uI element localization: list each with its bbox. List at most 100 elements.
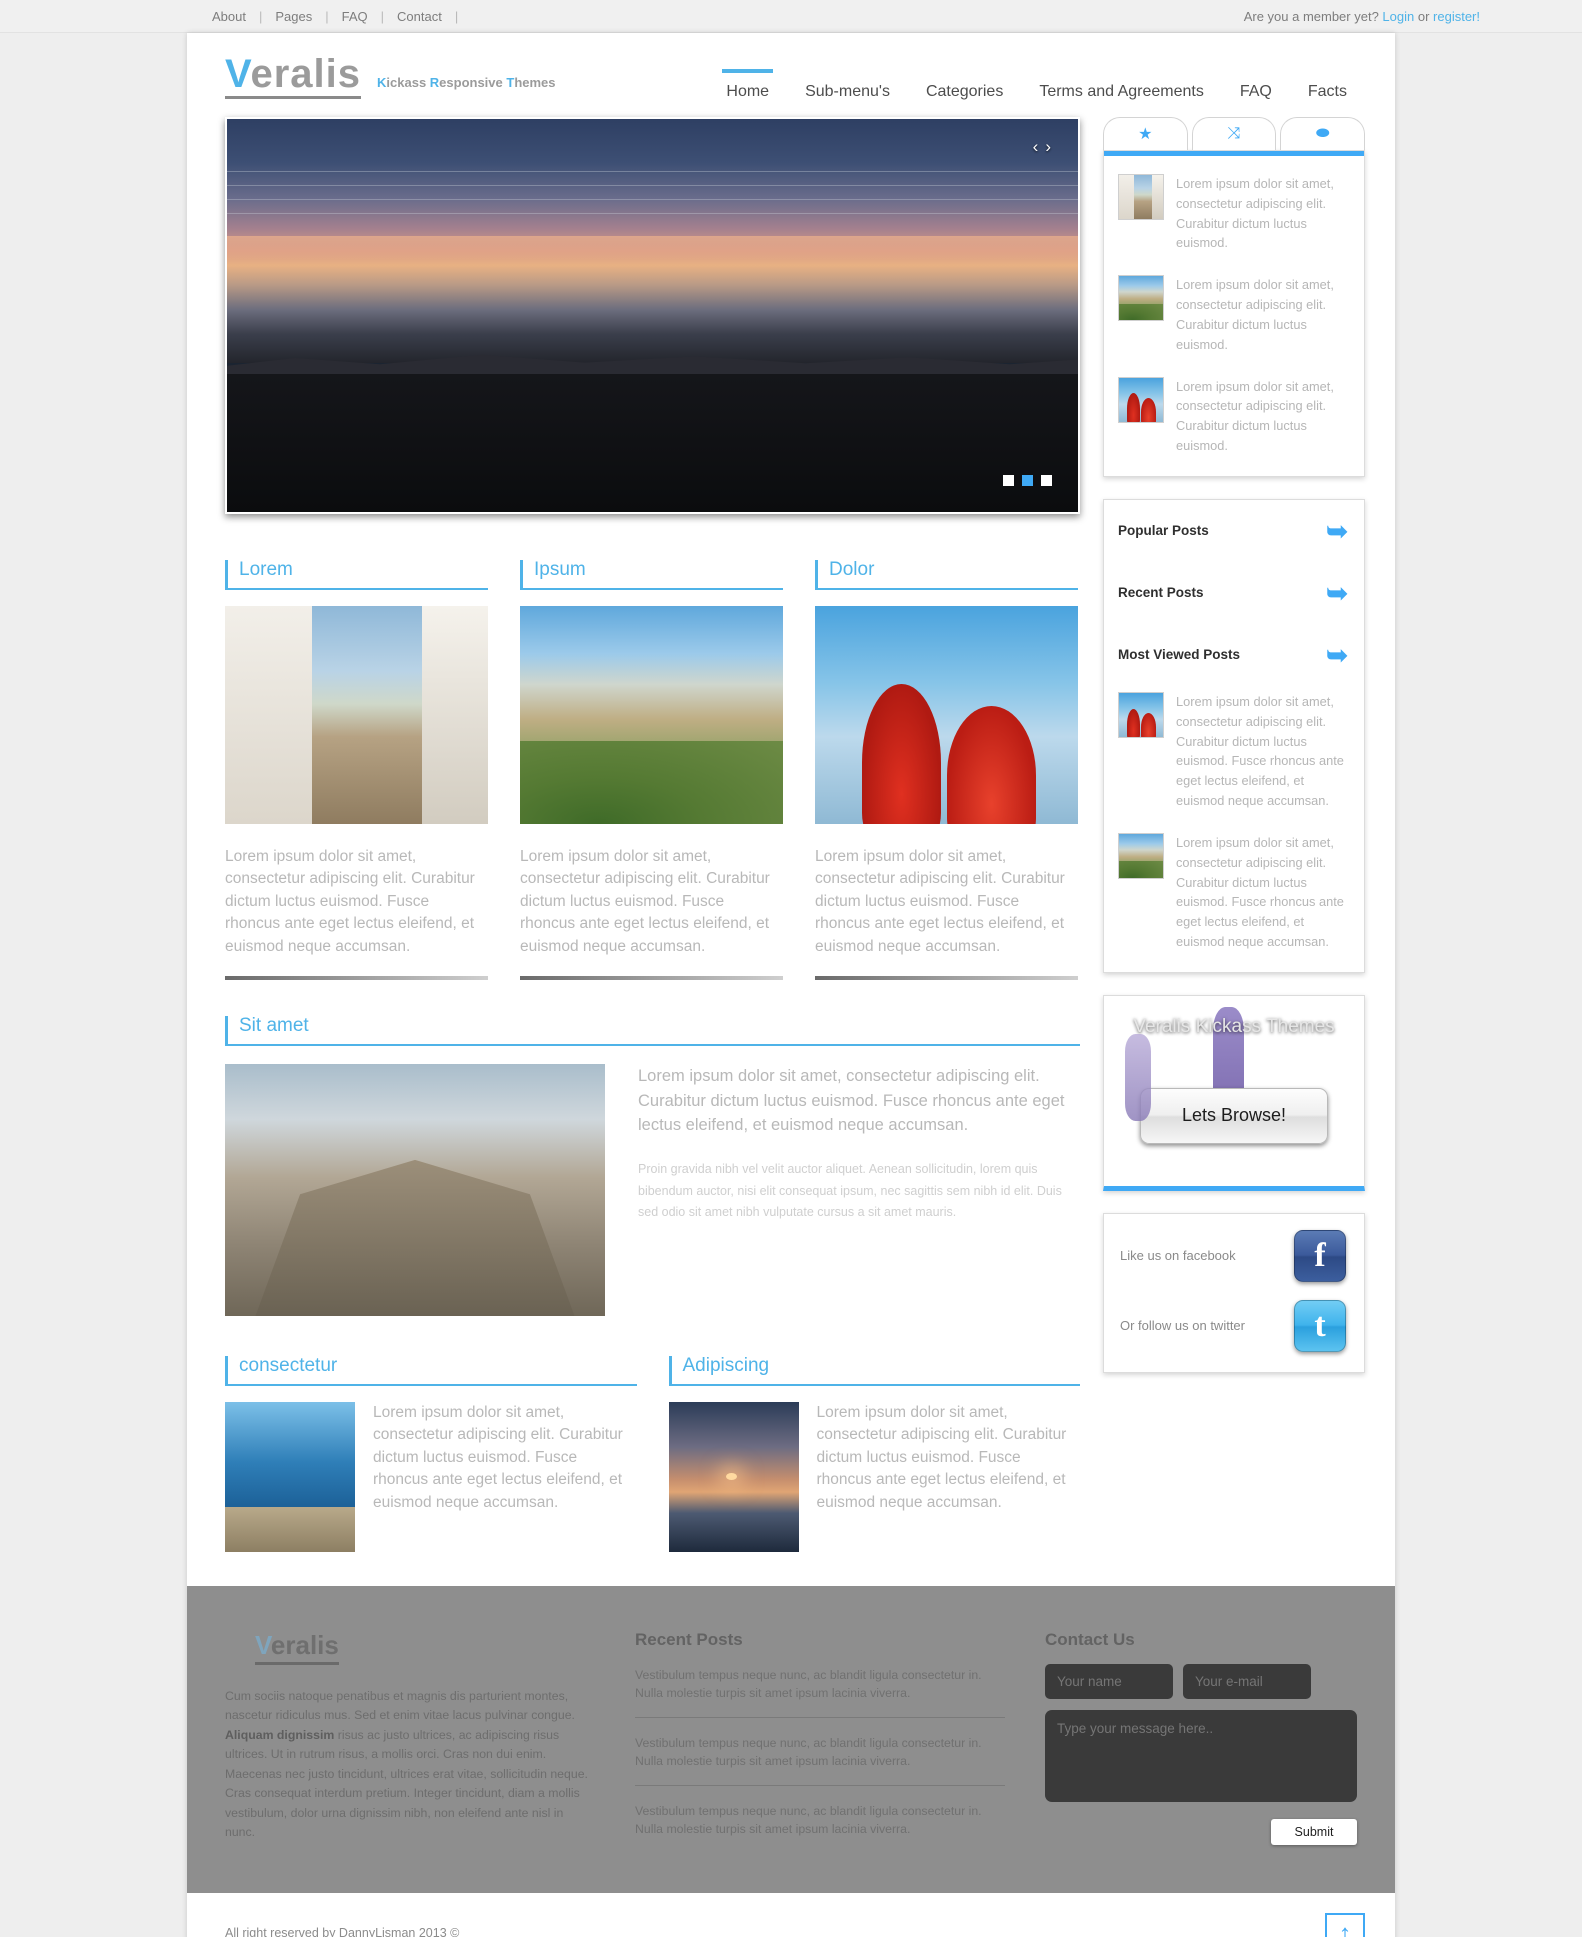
copyright-text: All right reserved by DannyLisman 2013 © [225,1925,460,1937]
separator: | [325,8,329,24]
hero-slider[interactable]: ‹› [225,117,1080,514]
membership-prompt: Are you a member yet? Login or register! [1244,9,1480,24]
post-excerpt: Lorem ipsum dolor sit amet, consectetur … [1176,176,1334,251]
logo-initial: V [225,52,251,96]
list-item[interactable]: Lorem ipsum dolor sit amet, consectetur … [1118,832,1350,952]
feature-grid: Lorem Lorem ipsum dolor sit amet, consec… [225,559,1080,981]
accordion-label: Popular Posts [1118,523,1209,539]
contact-email-input[interactable] [1183,1664,1311,1700]
chevron-down-icon[interactable]: ➥ [1326,580,1348,606]
duo-card: consectetur Lorem ipsum dolor sit amet, … [225,1355,637,1553]
feature-divider [815,976,1078,981]
tulip-thumb [1118,376,1164,423]
list-item[interactable]: Lorem ipsum dolor sit amet, consectetur … [1118,174,1350,253]
sit-amet-body: Lorem ipsum dolor sit amet, consectetur … [225,1064,1080,1317]
accordion-item-popular-posts[interactable]: Popular Posts ➥ [1104,500,1364,562]
sit-amet-lead: Lorem ipsum dolor sit amet, consectetur … [638,1067,1065,1134]
accordion-item-recent-posts[interactable]: Recent Posts ➥ [1104,562,1364,624]
site-tagline: Kickass Responsive Themes [377,75,556,90]
nav-item-faq[interactable]: FAQ [1222,69,1290,101]
footer-post-item[interactable]: Vestibulum tempus neque nunc, ac blandit… [635,1718,1005,1786]
tagline-seg: K [377,75,387,90]
contact-name-input[interactable] [1045,1664,1173,1700]
nav-item-home[interactable]: Home [708,69,787,101]
feature-title: Lorem [225,559,488,590]
sit-amet-section: Sit amet Lorem ipsum dolor sit amet, con… [225,1015,1080,1317]
main-navigation: Home Sub-menu's Categories Terms and Agr… [708,69,1365,113]
membership-text: Are you a member yet? [1243,8,1383,24]
logo-area[interactable]: Veralis Kickass Responsive Themes [225,54,556,113]
top-link-contact[interactable]: Contact [397,9,442,24]
shuffle-icon[interactable]: ⤨ [1191,117,1277,150]
valley-landscape-photo [520,605,783,824]
feature-text: Lorem ipsum dolor sit amet, consectetur … [815,847,1065,955]
slider-dots[interactable] [1003,475,1052,486]
twitter-row[interactable]: Or follow us on twitter t [1120,1299,1346,1352]
post-excerpt: Lorem ipsum dolor sit amet, consectetur … [1176,378,1334,454]
accordion-label: Recent Posts [1118,585,1204,601]
feature-text: Lorem ipsum dolor sit amet, consectetur … [225,847,475,955]
lets-browse-button[interactable]: Lets Browse! [1140,1087,1328,1144]
feature-divider [225,976,488,981]
slider-prev-icon[interactable]: ‹ [1033,137,1046,156]
sit-amet-sub: Proin gravida nibh vel velit auctor aliq… [638,1162,1062,1219]
duo-card: Adipiscing Lorem ipsum dolor sit amet, c… [668,1355,1081,1553]
slider-dot-1[interactable] [1003,475,1014,486]
slider-dot-3[interactable] [1041,475,1052,486]
footer-logo[interactable]: Veralis [255,1630,339,1666]
chevron-down-icon[interactable]: ➥ [1326,642,1348,668]
tagline-seg: R [429,75,440,90]
slider-arrows[interactable]: ‹› [1033,137,1058,157]
nav-item-sub-menus[interactable]: Sub-menu's [787,69,908,101]
nav-item-facts[interactable]: Facts [1290,69,1365,101]
social-card: Like us on facebook f Or follow us on tw… [1103,1212,1365,1373]
footer-post-item[interactable]: Vestibulum tempus neque nunc, ac blandit… [635,1650,1005,1718]
separator: | [258,8,263,24]
sit-amet-title: Sit amet [225,1015,1080,1047]
feature-card: Ipsum Lorem ipsum dolor sit amet, consec… [520,559,783,981]
footer-contact-heading: Contact Us [1045,1630,1135,1650]
duo-body: Lorem ipsum dolor sit amet, consectetur … [668,1402,1081,1553]
facebook-row[interactable]: Like us on facebook f [1120,1229,1346,1282]
star-icon[interactable]: ★ [1103,117,1188,150]
list-item[interactable]: Lorem ipsum dolor sit amet, consectetur … [1118,376,1350,456]
comment-icon[interactable]: ⬬ [1280,117,1366,150]
feature-title: Dolor [815,559,1078,590]
footer-contact-column: Contact Us Submit [1045,1630,1357,1853]
list-item[interactable]: Lorem ipsum dolor sit amet, consectetur … [1118,691,1350,811]
chevron-down-icon[interactable]: ➥ [1326,518,1348,544]
nav-item-categories[interactable]: Categories [908,69,1021,101]
footer-post-item[interactable]: Vestibulum tempus neque nunc, ac blandit… [635,1786,1005,1853]
slider-next-icon[interactable]: › [1045,137,1058,156]
scroll-to-top-button[interactable]: ↑ [1325,1912,1365,1937]
separator: | [454,8,459,24]
register-link[interactable]: register! [1433,9,1480,24]
twitter-icon[interactable]: t [1294,1299,1346,1352]
feature-text: Lorem ipsum dolor sit amet, consectetur … [520,847,770,955]
slider-dot-2[interactable] [1022,475,1033,486]
sidebar-accordion: Popular Posts ➥ Recent Posts ➥ Most View… [1103,498,1365,973]
nav-item-terms[interactable]: Terms and Agreements [1021,69,1222,101]
tab-panel: Lorem ipsum dolor sit amet, consectetur … [1104,156,1364,476]
about-bold: Aliquam dignissim [225,1727,335,1742]
login-link[interactable]: Login [1382,9,1414,24]
facebook-icon[interactable]: f [1294,1229,1346,1282]
contact-message-textarea[interactable] [1045,1710,1357,1803]
top-link-faq[interactable]: FAQ [342,9,368,24]
site-logo[interactable]: Veralis [225,52,362,99]
list-item[interactable]: Lorem ipsum dolor sit amet, consectetur … [1118,275,1350,354]
coastline-photo [225,1402,355,1553]
duo-text: Lorem ipsum dolor sit amet, consectetur … [816,1404,1067,1511]
promo-banner[interactable]: Veralis Kickass Themes Lets Browse! [1103,994,1365,1191]
top-link-pages[interactable]: Pages [275,9,312,24]
main-column: ‹› Lorem Lorem ipsum dolor sit amet, con… [225,113,1080,1586]
about-part-2: risus ac justo ultrices, ac adipiscing r… [225,1727,588,1839]
village-thumb [1118,174,1164,220]
duo-body: Lorem ipsum dolor sit amet, consectetur … [225,1402,637,1553]
about-part-1: Cum sociis natoque penatibus et magnis d… [225,1689,575,1723]
top-link-about[interactable]: About [212,9,246,24]
tagline-seg: esponsive [439,75,507,90]
accordion-item-most-viewed-posts[interactable]: Most Viewed Posts ➥ [1104,624,1364,686]
site-header: Veralis Kickass Responsive Themes Home S… [187,33,1395,113]
submit-button[interactable]: Submit [1271,1819,1357,1846]
